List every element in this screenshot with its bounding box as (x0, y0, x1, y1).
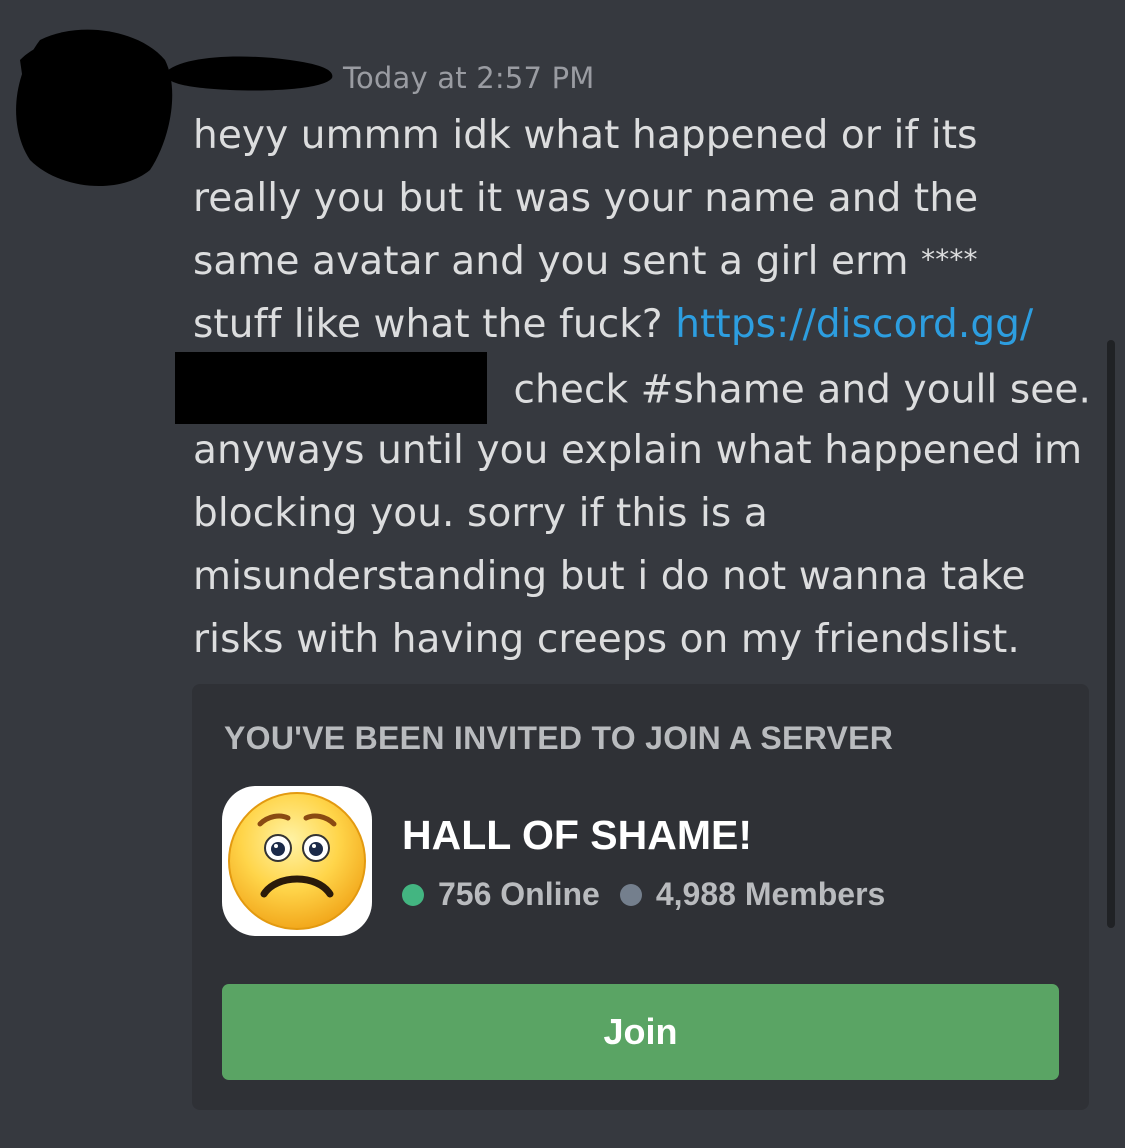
server-stats: 756 Online 4,988 Members (402, 876, 885, 913)
scrollbar[interactable] (1107, 340, 1115, 928)
server-name: HALL OF SHAME! (402, 812, 753, 858)
message-line: misunderstanding but i do not wanna take (193, 545, 1093, 608)
message-line: same avatar and you sent a girl erm **** (193, 230, 1093, 293)
message-text: heyy ummm idk what happened or if its (193, 113, 978, 158)
message-line: risks with having creeps on my friendsli… (193, 608, 1093, 671)
message-content: heyy ummm idk what happened or if its re… (175, 104, 1093, 671)
server-invite-card: YOU'VE BEEN INVITED TO JOIN A SERVER HAL… (192, 684, 1089, 1110)
message-text: same avatar and you sent a girl erm (193, 239, 922, 284)
message-text: misunderstanding but i do not wanna take (193, 554, 1026, 599)
members-status-dot (619, 883, 642, 906)
message-timestamp: Today at 2:57 PM (343, 61, 595, 95)
message-text: anyways until you explain what happened … (193, 428, 1083, 473)
message-text: stuff like what the fuck? (193, 302, 676, 347)
online-count: 756 Online (438, 876, 600, 912)
message-text: check #shame and youll see. (501, 367, 1091, 413)
message-line: heyy ummm idk what happened or if its (193, 104, 1093, 167)
member-count: 4,988 Members (655, 876, 886, 912)
message-line: check #shame and youll see. (175, 352, 1093, 424)
worried-face-emoji-icon[interactable] (222, 786, 372, 936)
join-button[interactable]: Join (222, 984, 1059, 1080)
message-text: risks with having creeps on my friendsli… (193, 617, 1020, 662)
redacted-link-code (175, 352, 487, 424)
redacted-username (165, 56, 333, 91)
message-line: blocking you. sorry if this is a (193, 482, 1093, 545)
online-status-dot (402, 883, 424, 906)
censored-word: **** (921, 243, 978, 276)
message-text: really you but it was your name and the (193, 176, 979, 221)
message-line: really you but it was your name and the (193, 167, 1093, 230)
invite-link[interactable]: https://discord.gg/ (675, 302, 1033, 347)
message-line: anyways until you explain what happened … (193, 419, 1093, 482)
invite-heading: YOU'VE BEEN INVITED TO JOIN A SERVER (224, 720, 894, 756)
message-text: blocking you. sorry if this is a (193, 491, 768, 536)
message-line: stuff like what the fuck? https://discor… (193, 293, 1093, 356)
